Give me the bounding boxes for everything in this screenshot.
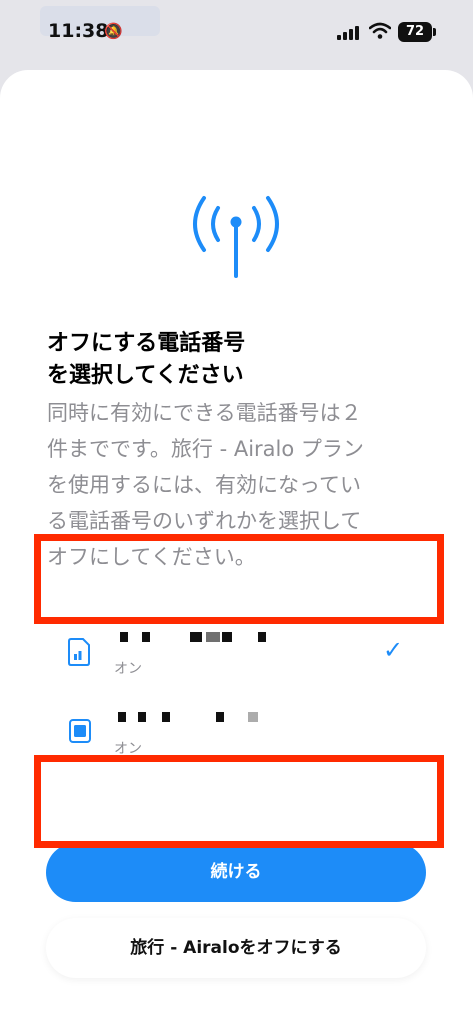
checkmark-icon: ✓ [383, 636, 404, 664]
title-line-1: オフにする電話番号 [47, 331, 246, 356]
sim-number-redacted [118, 632, 318, 646]
antenna-icon [193, 196, 279, 278]
esim-chip-icon [69, 719, 91, 743]
wifi-icon [369, 22, 391, 39]
status-time: 11:38 [48, 20, 109, 42]
sim-option-1[interactable]: オン ✓ [48, 618, 430, 690]
highlight-box-continue [34, 755, 444, 848]
sim-card-icon [68, 638, 90, 666]
bell-slash-icon: 🔕 [104, 22, 123, 40]
highlight-box-sim [34, 534, 444, 624]
sheet-title: オフにする電話番号 を選択してください [47, 328, 427, 392]
status-bar: 11:38 🔕 72 [0, 0, 473, 64]
sim-number-redacted [118, 712, 318, 726]
desc-line-3: を使用するには、有効になってい [47, 473, 361, 497]
continue-button[interactable]: 続ける [46, 843, 426, 902]
title-line-2: を選択してください [47, 363, 244, 388]
sim-status: オン [114, 661, 142, 677]
desc-line-2: 件までです。旅行 - Airalo プラン [47, 437, 364, 461]
battery-indicator: 72 [398, 22, 432, 42]
cellular-signal-icon [337, 24, 361, 40]
battery-tip [433, 28, 436, 36]
desc-line-1: 同時に有効にできる電話番号は２ [47, 401, 362, 425]
turn-off-airalo-button[interactable]: 旅行 - Airaloをオフにする [46, 918, 426, 978]
